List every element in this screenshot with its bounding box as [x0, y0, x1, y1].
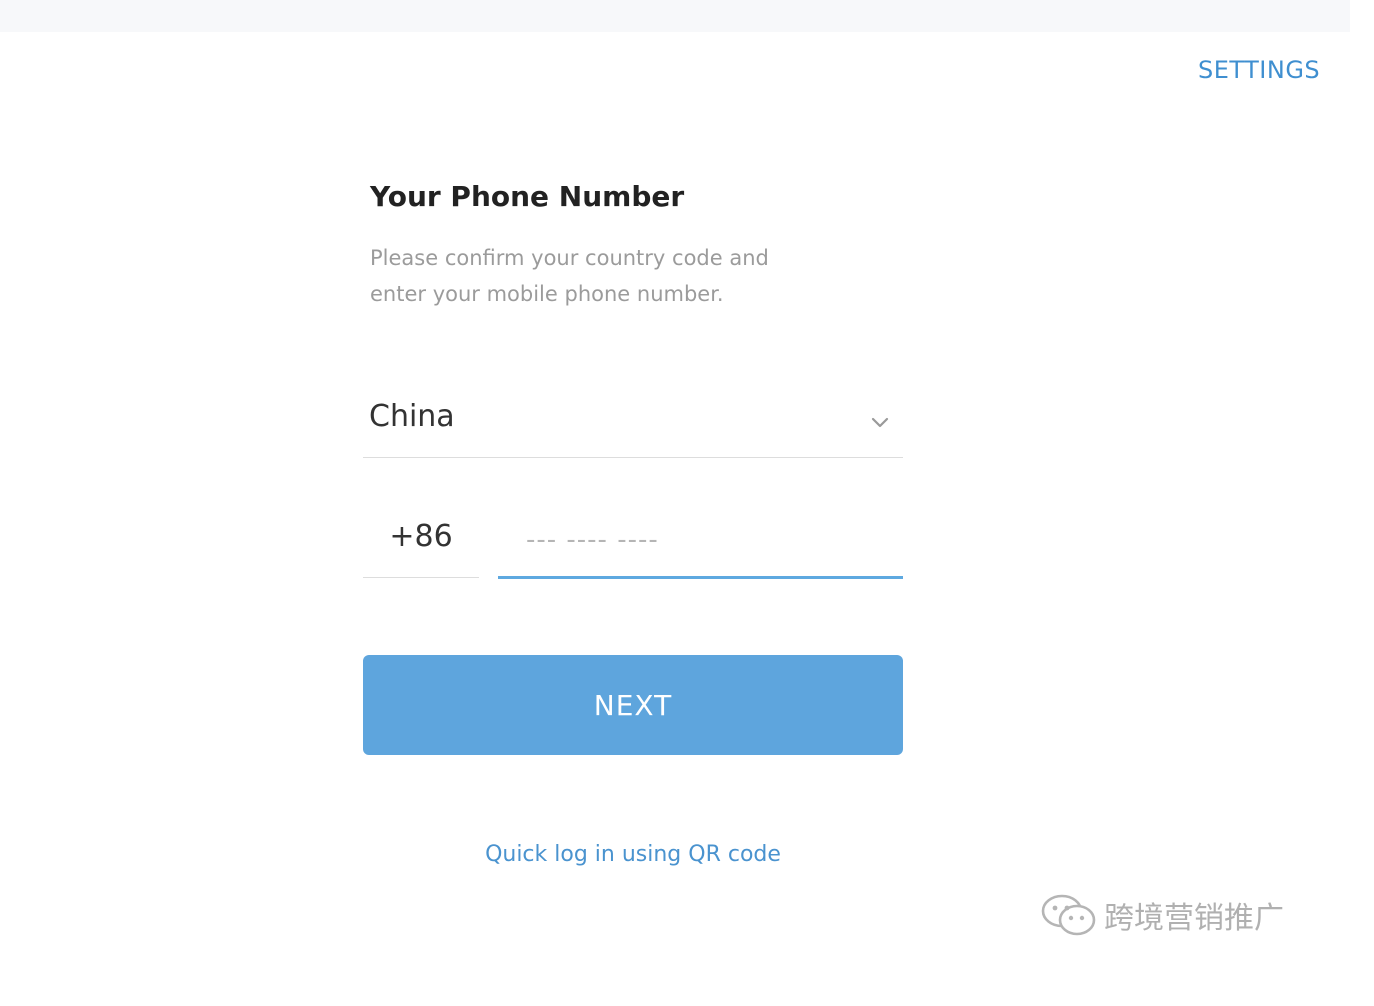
phone-number-input[interactable]: [526, 517, 886, 563]
country-code-field[interactable]: +86: [363, 503, 479, 578]
watermark-text: 跨境营销推广: [1104, 901, 1284, 936]
top-strip: [0, 0, 1350, 32]
page-title: Your Phone Number: [370, 180, 685, 213]
wechat-icon: [1041, 894, 1096, 936]
watermark: 跨境营销推广: [1040, 892, 1284, 938]
login-screen: SETTINGS Your Phone Number Please confir…: [0, 0, 1374, 1006]
phone-number-field[interactable]: [498, 503, 903, 579]
country-value: China: [369, 399, 455, 434]
settings-link[interactable]: SETTINGS: [1198, 56, 1320, 84]
country-select[interactable]: China: [363, 385, 903, 458]
page-subtitle: Please confirm your country code and ent…: [370, 246, 769, 306]
qr-login-link[interactable]: Quick log in using QR code: [363, 842, 903, 867]
chevron-down-icon: [871, 417, 889, 428]
next-button[interactable]: NEXT: [363, 655, 903, 755]
country-code-value: +86: [389, 519, 453, 554]
